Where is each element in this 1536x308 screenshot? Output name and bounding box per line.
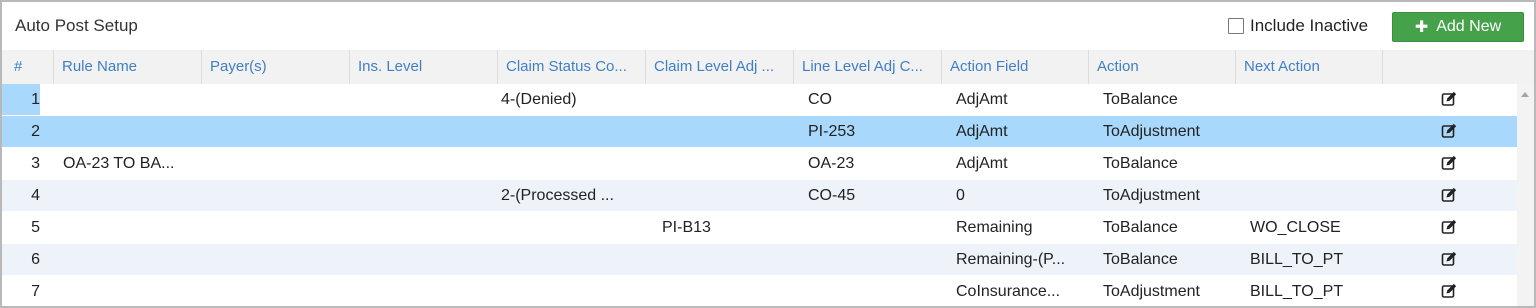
table-row[interactable]: 4 2-(Processed ... CO-45 0 ToAdjustment — [2, 180, 1517, 211]
cell-action-field: 0 — [956, 187, 965, 204]
col-header-payers[interactable]: Payer(s) — [202, 50, 350, 84]
cell-line-level-adj: CO — [808, 91, 832, 108]
edit-icon[interactable] — [1441, 187, 1457, 203]
table-row[interactable]: 1 4-(Denied) CO AdjAmt ToBalance — [2, 84, 1517, 115]
row-number: 5 — [31, 219, 40, 236]
include-inactive-toggle[interactable]: Include Inactive — [1228, 16, 1368, 36]
table-header: # Rule Name Payer(s) Ins. Level Claim St… — [2, 50, 1534, 85]
col-header-ins-level[interactable]: Ins. Level — [350, 50, 498, 84]
col-header-action-field[interactable]: Action Field — [942, 50, 1089, 84]
cell-action: ToBalance — [1103, 91, 1178, 108]
col-header-claim-status[interactable]: Claim Status Co... — [498, 50, 646, 84]
cell-action-field: Remaining — [956, 219, 1033, 236]
table-row[interactable]: 5 PI-B13 Remaining ToBalance WO_CLOSE — [2, 212, 1517, 243]
cell-action: ToBalance — [1103, 155, 1178, 172]
add-new-label: Add New — [1436, 18, 1502, 35]
table-row[interactable]: 2 PI-253 AdjAmt ToAdjustment — [2, 116, 1517, 147]
col-header-next-action[interactable]: Next Action — [1236, 50, 1383, 84]
cell-next-action: BILL_TO_PT — [1250, 251, 1344, 268]
col-header-line-level-adj[interactable]: Line Level Adj C... — [794, 50, 942, 84]
col-header-claim-level-adj[interactable]: Claim Level Adj ... — [646, 50, 794, 84]
edit-icon[interactable] — [1441, 251, 1457, 267]
edit-icon[interactable] — [1441, 155, 1457, 171]
edit-icon[interactable] — [1441, 91, 1457, 107]
cell-claim-level-adj: PI-B13 — [662, 219, 711, 236]
row-number: 1 — [2, 84, 40, 115]
cell-line-level-adj: CO-45 — [808, 187, 856, 204]
table-row[interactable]: 3 OA-23 TO BA... OA-23 AdjAmt ToBalance — [2, 148, 1517, 179]
checkbox-icon[interactable] — [1228, 18, 1244, 34]
cell-action-field: CoInsurance... — [956, 283, 1061, 300]
cell-action: ToBalance — [1103, 251, 1178, 268]
scroll-up-icon[interactable] — [1521, 92, 1529, 97]
plus-icon: ✚ — [1414, 19, 1429, 36]
col-header-action[interactable]: Action — [1089, 50, 1236, 84]
col-header-rule-name[interactable]: Rule Name — [54, 50, 202, 84]
cell-action-field: AdjAmt — [956, 91, 1008, 108]
include-inactive-label: Include Inactive — [1250, 16, 1369, 35]
row-number: 3 — [31, 155, 40, 172]
row-number: 2 — [31, 123, 40, 140]
col-header-num[interactable]: # — [2, 50, 54, 84]
cell-line-level-adj: OA-23 — [808, 155, 855, 172]
cell-action: ToAdjustment — [1103, 123, 1200, 140]
add-new-button[interactable]: ✚ Add New — [1392, 12, 1524, 42]
col-header-edit — [1383, 50, 1534, 84]
cell-rule-name: OA-23 TO BA... — [63, 155, 175, 172]
edit-icon[interactable] — [1441, 123, 1457, 139]
cell-action: ToAdjustment — [1103, 283, 1200, 300]
cell-claim-status: 4-(Denied) — [501, 91, 577, 108]
cell-next-action: WO_CLOSE — [1250, 219, 1341, 236]
cell-next-action: BILL_TO_PT — [1250, 283, 1344, 300]
page-title: Auto Post Setup — [15, 16, 138, 35]
cell-action: ToBalance — [1103, 219, 1178, 236]
edit-icon[interactable] — [1441, 219, 1457, 235]
cell-action-field: AdjAmt — [956, 155, 1008, 172]
auto-post-setup-panel: Auto Post Setup Include Inactive ✚ Add N… — [0, 0, 1536, 308]
panel-header: Auto Post Setup Include Inactive ✚ Add N… — [2, 2, 1534, 50]
table-row[interactable]: 7 CoInsurance... ToAdjustment BILL_TO_PT — [2, 276, 1517, 306]
cell-claim-status: 2-(Processed ... — [501, 187, 614, 204]
cell-action: ToAdjustment — [1103, 187, 1200, 204]
edit-icon[interactable] — [1441, 283, 1457, 299]
row-number: 7 — [31, 283, 40, 300]
table-row[interactable]: 6 Remaining-(P... ToBalance BILL_TO_PT — [2, 244, 1517, 275]
cell-line-level-adj: PI-253 — [808, 123, 856, 140]
row-number: 4 — [31, 187, 40, 204]
cell-action-field: Remaining-(P... — [956, 251, 1066, 268]
vertical-scrollbar[interactable] — [1517, 84, 1534, 306]
cell-action-field: AdjAmt — [956, 123, 1008, 140]
row-number: 6 — [31, 251, 40, 268]
